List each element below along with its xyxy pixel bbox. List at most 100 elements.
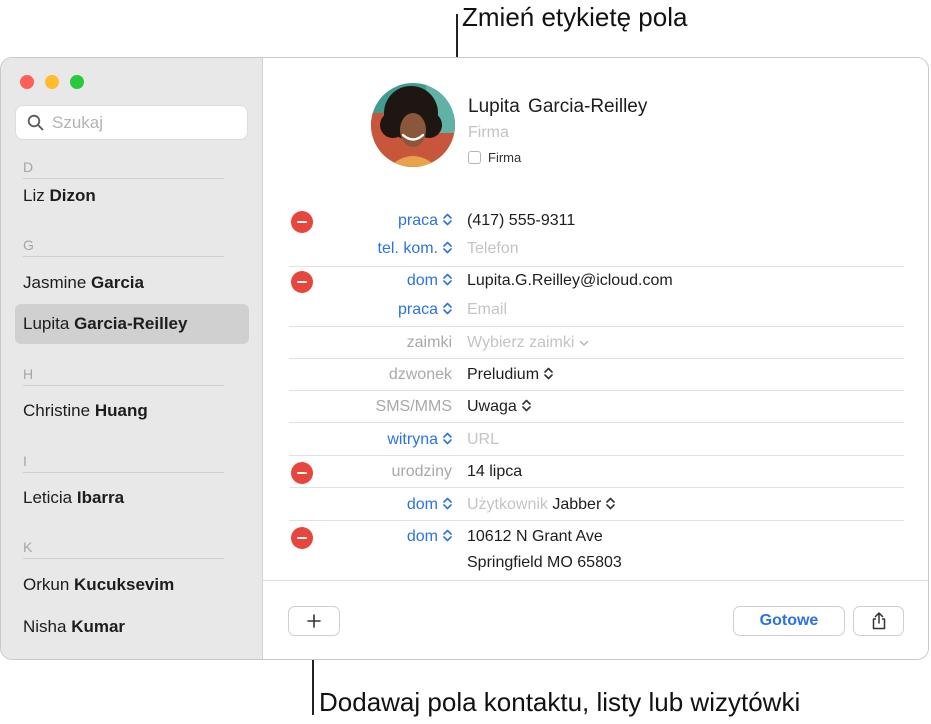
chevron-updown-icon — [443, 302, 452, 315]
callout-change-label: Zmień etykietę pola — [462, 2, 688, 32]
search-icon — [27, 114, 44, 131]
contact-name[interactable]: Lupita Garcia-Reilley — [468, 96, 647, 118]
phone-input[interactable]: Telefon — [467, 240, 519, 258]
search-input[interactable] — [50, 112, 234, 134]
im-username-input[interactable]: Użytkownik — [467, 496, 548, 513]
contact-item[interactable]: Nisha Kumar — [15, 607, 249, 647]
address-city[interactable]: Springfield MO 65803 — [467, 554, 622, 572]
chevron-updown-icon — [443, 497, 452, 510]
chevron-updown-icon — [443, 213, 452, 226]
text-tone-popup[interactable]: Uwaga — [467, 398, 531, 416]
company-checkbox[interactable] — [468, 151, 481, 164]
field-label-popup[interactable]: praca — [398, 212, 452, 230]
chevron-updown-icon — [544, 367, 553, 380]
email-value[interactable]: Lupita.G.Reilley@icloud.com — [467, 272, 673, 290]
chevron-updown-icon — [443, 432, 452, 445]
field-label-popup[interactable]: dom — [407, 272, 452, 290]
contact-first-name: Nisha — [23, 617, 67, 636]
delete-field-button[interactable] — [291, 527, 313, 549]
delete-field-button[interactable] — [291, 211, 313, 233]
field-row: urodziny 14 lipca — [263, 459, 903, 487]
field-label: tel. kom. — [377, 240, 438, 257]
plus-icon — [307, 614, 321, 628]
address-street[interactable]: 10612 N Grant Ave — [467, 528, 603, 546]
section-divider — [23, 472, 224, 473]
share-button[interactable] — [854, 607, 903, 635]
field-row: praca (417) 555-9311 — [263, 208, 903, 236]
divider — [289, 266, 904, 267]
chevron-down-icon — [579, 340, 589, 346]
pronouns-popup[interactable]: Wybierz zaimki — [467, 334, 589, 352]
im-service-popup[interactable]: Jabber — [552, 496, 616, 513]
contact-last-name: Kumar — [71, 617, 126, 636]
field-row: witryna URL — [263, 427, 903, 455]
contact-last-name: Garcia-Reilley — [74, 314, 188, 333]
email-input[interactable]: Email — [467, 301, 507, 319]
contact-first-name: Orkun — [23, 575, 70, 594]
company-field[interactable]: Firma — [468, 124, 509, 142]
field-label: praca — [397, 212, 438, 229]
section-divider — [23, 558, 224, 559]
field-label-popup[interactable]: praca — [398, 301, 452, 319]
text-tone-value: Uwaga — [467, 398, 517, 415]
field-label: zaimki — [406, 334, 452, 351]
contact-first-name: Christine — [23, 401, 91, 420]
field-label-popup[interactable]: tel. kom. — [378, 240, 452, 258]
chevron-updown-icon — [522, 399, 531, 412]
close-window-button[interactable] — [20, 75, 34, 89]
field-label: witryna — [387, 431, 438, 448]
divider — [289, 520, 904, 521]
section-header-h: H — [23, 366, 34, 382]
done-button[interactable]: Gotowe — [734, 607, 844, 635]
contact-last-name: Ibarra — [76, 488, 125, 507]
zoom-window-button[interactable] — [70, 75, 84, 89]
field-row: dzwonek Preludium — [263, 362, 903, 390]
contact-first-name: Jasmine — [23, 273, 87, 292]
ringtone-popup[interactable]: Preludium — [467, 366, 553, 384]
divider — [289, 455, 904, 456]
search-field[interactable] — [16, 106, 247, 139]
field-row: dom Użytkownik Jabber — [263, 492, 903, 520]
delete-field-button[interactable] — [291, 271, 313, 293]
minimize-window-button[interactable] — [45, 75, 59, 89]
field-label-popup[interactable]: dom — [407, 496, 452, 514]
ringtone-value: Preludium — [467, 366, 540, 383]
section-divider — [23, 256, 224, 257]
contact-last-name: Huang — [94, 401, 148, 420]
field-label-popup[interactable]: witryna — [387, 431, 452, 449]
field-label: praca — [397, 301, 438, 318]
pronouns-value: Wybierz zaimki — [467, 334, 575, 351]
share-icon — [872, 612, 885, 630]
contact-last-name: Dizon — [49, 186, 96, 205]
field-label: dom — [406, 496, 438, 513]
im-field: Użytkownik Jabber — [467, 496, 616, 514]
contact-item-selected[interactable]: Lupita Garcia-Reilley — [15, 304, 249, 344]
delete-field-button[interactable] — [291, 462, 313, 484]
field-label: dom — [406, 272, 438, 289]
avatar-photo — [371, 83, 455, 167]
field-label: dom — [406, 528, 438, 545]
field-label: SMS/MMS — [375, 398, 452, 415]
contact-last-name: Garcia — [91, 273, 144, 292]
add-field-button[interactable] — [289, 607, 339, 635]
contact-item[interactable]: Jasmine Garcia — [15, 263, 249, 303]
divider — [289, 390, 904, 391]
contact-card: Lupita Garcia-Reilley Firma Firma praca … — [263, 58, 928, 659]
phone-value[interactable]: (417) 555-9311 — [467, 212, 575, 230]
sidebar: D Liz Dizon G Jasmine Garcia Lupita Garc… — [1, 58, 263, 659]
birthday-value[interactable]: 14 lipca — [467, 463, 522, 481]
contact-item[interactable]: Orkun Kucuksevim — [15, 565, 249, 605]
callout-add-fields: Dodawaj pola kontaktu, listy lub wizytów… — [319, 687, 801, 717]
contact-item[interactable]: Leticia Ibarra — [15, 478, 249, 518]
field-label-popup[interactable]: dom — [407, 528, 452, 546]
field-row: zaimki Wybierz zaimki — [263, 330, 903, 358]
footer-divider — [263, 580, 928, 581]
field-row: praca Email — [263, 297, 903, 325]
url-input[interactable]: URL — [467, 431, 499, 449]
contact-item[interactable]: Liz Dizon — [15, 176, 249, 216]
divider — [289, 422, 904, 423]
contact-item[interactable]: Christine Huang — [15, 391, 249, 431]
section-header-k: K — [23, 539, 33, 555]
avatar[interactable] — [371, 83, 455, 167]
im-service-value: Jabber — [552, 496, 602, 513]
